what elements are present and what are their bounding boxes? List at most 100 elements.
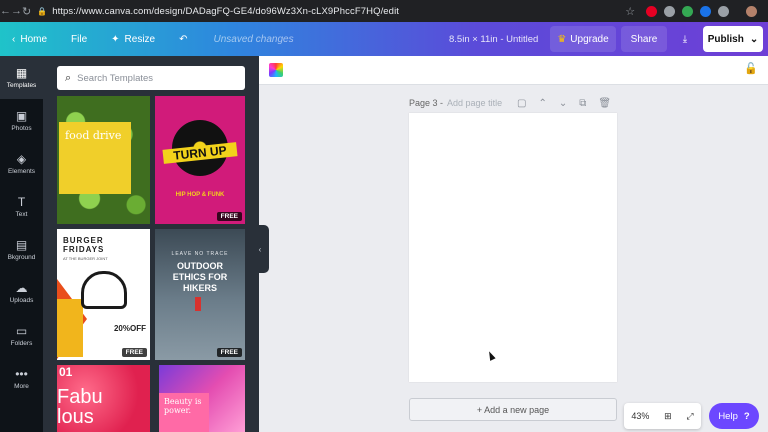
rail-label: Text [15,210,28,218]
chevron-down-icon: ⌄ [749,33,759,45]
upgrade-label: Upgrade [570,33,609,45]
search-icon: ⌕ [65,71,72,84]
chevron-left-icon: ‹ [258,244,262,254]
notes-icon[interactable]: ▢ [517,98,526,109]
extension-icon[interactable] [700,5,712,17]
rail-label: Templates [6,81,37,89]
share-button[interactable]: Share [621,26,667,52]
template-title-box: Beauty is power. [159,393,209,432]
template-title: BURGER FRIDAYS [63,236,105,254]
template-title: OUTDOOR ETHICS FOR HIKERS [172,261,228,293]
collapse-panel-button[interactable]: ‹ [251,225,269,273]
search-templates[interactable]: ⌕ Search Templates [57,66,245,90]
grid-view-icon[interactable]: ⊞ [664,411,672,422]
page-header: Page 3 - Add page title ▢ ⌃ ⌄ ⧉ 🗑 [409,96,617,110]
rail-item-folders[interactable]: ▭ Folders [0,314,43,357]
forward-icon[interactable]: → [11,5,22,17]
help-button[interactable]: Help ? [709,403,759,429]
template-card[interactable]: 01 Fabu lous [57,365,150,432]
duplicate-icon[interactable]: ⧉ [579,98,586,109]
address-bar[interactable]: 🔒 https://www.canva.com/design/DADagFQ-G… [37,3,597,19]
side-rail: ▦ Templates ▣ Photos ◈ Elements T Text ▤… [0,56,43,432]
more-icon: ••• [15,366,28,381]
rail-item-background[interactable]: ▤ Bkground [0,228,43,271]
template-subtitle: HIP HOP & FUNK [175,192,225,198]
home-label: Home [20,33,48,45]
template-card[interactable]: BURGER FRIDAYS AT THE BURGER JOINT 20%OF… [57,229,150,360]
template-card[interactable]: Beauty is power. [159,365,245,432]
reload-icon[interactable]: ↻ [22,5,31,18]
upgrade-button[interactable]: ♛ Upgrade [550,26,616,52]
background-icon: ▤ [15,237,28,252]
extension-icon[interactable] [664,5,676,17]
page-title-input[interactable]: Add page title [447,98,502,108]
free-badge: FREE [121,348,147,357]
add-page-label: + Add a new page [476,404,550,415]
menu-icon[interactable]: ⋮ [764,5,768,18]
back-icon[interactable]: ← [0,5,11,17]
fullscreen-icon[interactable]: ⤢ [686,411,693,422]
undo-button[interactable]: ↶ [167,22,199,56]
editor-topbar: ‹ Home File ✦ Resize ↶ Unsaved changes 8… [0,22,768,56]
page-label: Page 3 - [409,98,444,108]
extensions: ☆ ⋮ [621,5,768,18]
extension-icon[interactable] [718,5,730,17]
template-number: 01 [59,365,73,379]
template-shape [57,299,83,357]
template-card[interactable]: LEAVE NO TRACE OUTDOOR ETHICS FOR HIKERS… [155,229,245,360]
browser-chrome: ← → ↻ 🔒 https://www.canva.com/design/DAD… [0,0,768,22]
rail-item-more[interactable]: ••• More [0,357,43,400]
folders-icon: ▭ [15,323,28,338]
rail-item-templates[interactable]: ▦ Templates [0,56,43,99]
rail-label: Photos [11,124,32,132]
rail-item-photos[interactable]: ▣ Photos [0,99,43,142]
resize-button[interactable]: ✦ Resize [99,22,167,56]
trash-icon[interactable]: 🗑 [598,98,611,109]
chevron-up-icon[interactable]: ⌃ [538,98,546,109]
rail-item-uploads[interactable]: ☁ Uploads [0,271,43,314]
templates-panel: ⌕ Search Templates food drive TURN UP HI… [43,56,259,432]
star-icon[interactable]: ☆ [621,5,639,18]
download-button[interactable]: ⤓ [673,26,697,52]
resize-label: Resize [124,33,156,45]
template-card[interactable]: TURN UP HIP HOP & FUNK FREE [155,96,245,224]
templates-icon: ▦ [15,65,28,80]
extension-icon[interactable] [682,5,694,17]
free-badge: FREE [216,212,242,221]
document-title[interactable]: 8.5in × 11in - Untitled [449,22,538,56]
rail-label: Uploads [9,296,34,304]
avatar[interactable] [746,5,758,17]
help-label: Help [718,410,738,422]
zoom-controls: 43% ⊞ ⤢ [624,403,701,429]
rail-label: More [14,382,29,390]
download-icon: ⤓ [682,33,688,45]
photos-icon: ▣ [15,108,28,123]
file-button[interactable]: File [59,22,99,56]
template-card[interactable]: food drive [57,96,150,224]
resize-icon: ✦ [111,33,120,45]
template-title-box: food drive [59,122,131,194]
page-controls: ▢ ⌃ ⌄ ⧉ 🗑 [517,98,611,109]
publish-label: Publish [707,33,744,45]
zoom-level[interactable]: 43% [631,411,649,421]
add-page-button[interactable]: + Add a new page [409,398,617,421]
editor-toolbar: 🔓 [259,56,768,85]
search-input[interactable]: Search Templates [77,73,153,84]
free-badge: FREE [216,348,242,357]
burger-icon [81,271,127,309]
publish-button[interactable]: Publish ⌄ [703,26,763,52]
color-palette-icon[interactable] [269,63,283,77]
chevron-down-icon[interactable]: ⌄ [559,98,567,109]
template-subtitle: AT THE BURGER JOINT [63,256,108,261]
url-text: https://www.canva.com/design/DADagFQ-GE4… [52,5,400,17]
rail-item-text[interactable]: T Text [0,185,43,228]
template-lead: LEAVE NO TRACE [171,251,229,257]
rail-item-elements[interactable]: ◈ Elements [0,142,43,185]
design-page[interactable] [409,113,617,382]
lock-icon[interactable]: 🔓 [744,62,758,75]
template-title: food drive [65,129,122,142]
home-button[interactable]: ‹ Home [0,22,59,56]
pinterest-icon[interactable] [646,5,658,17]
lock-icon: 🔒 [37,6,48,16]
elements-icon: ◈ [16,151,27,166]
